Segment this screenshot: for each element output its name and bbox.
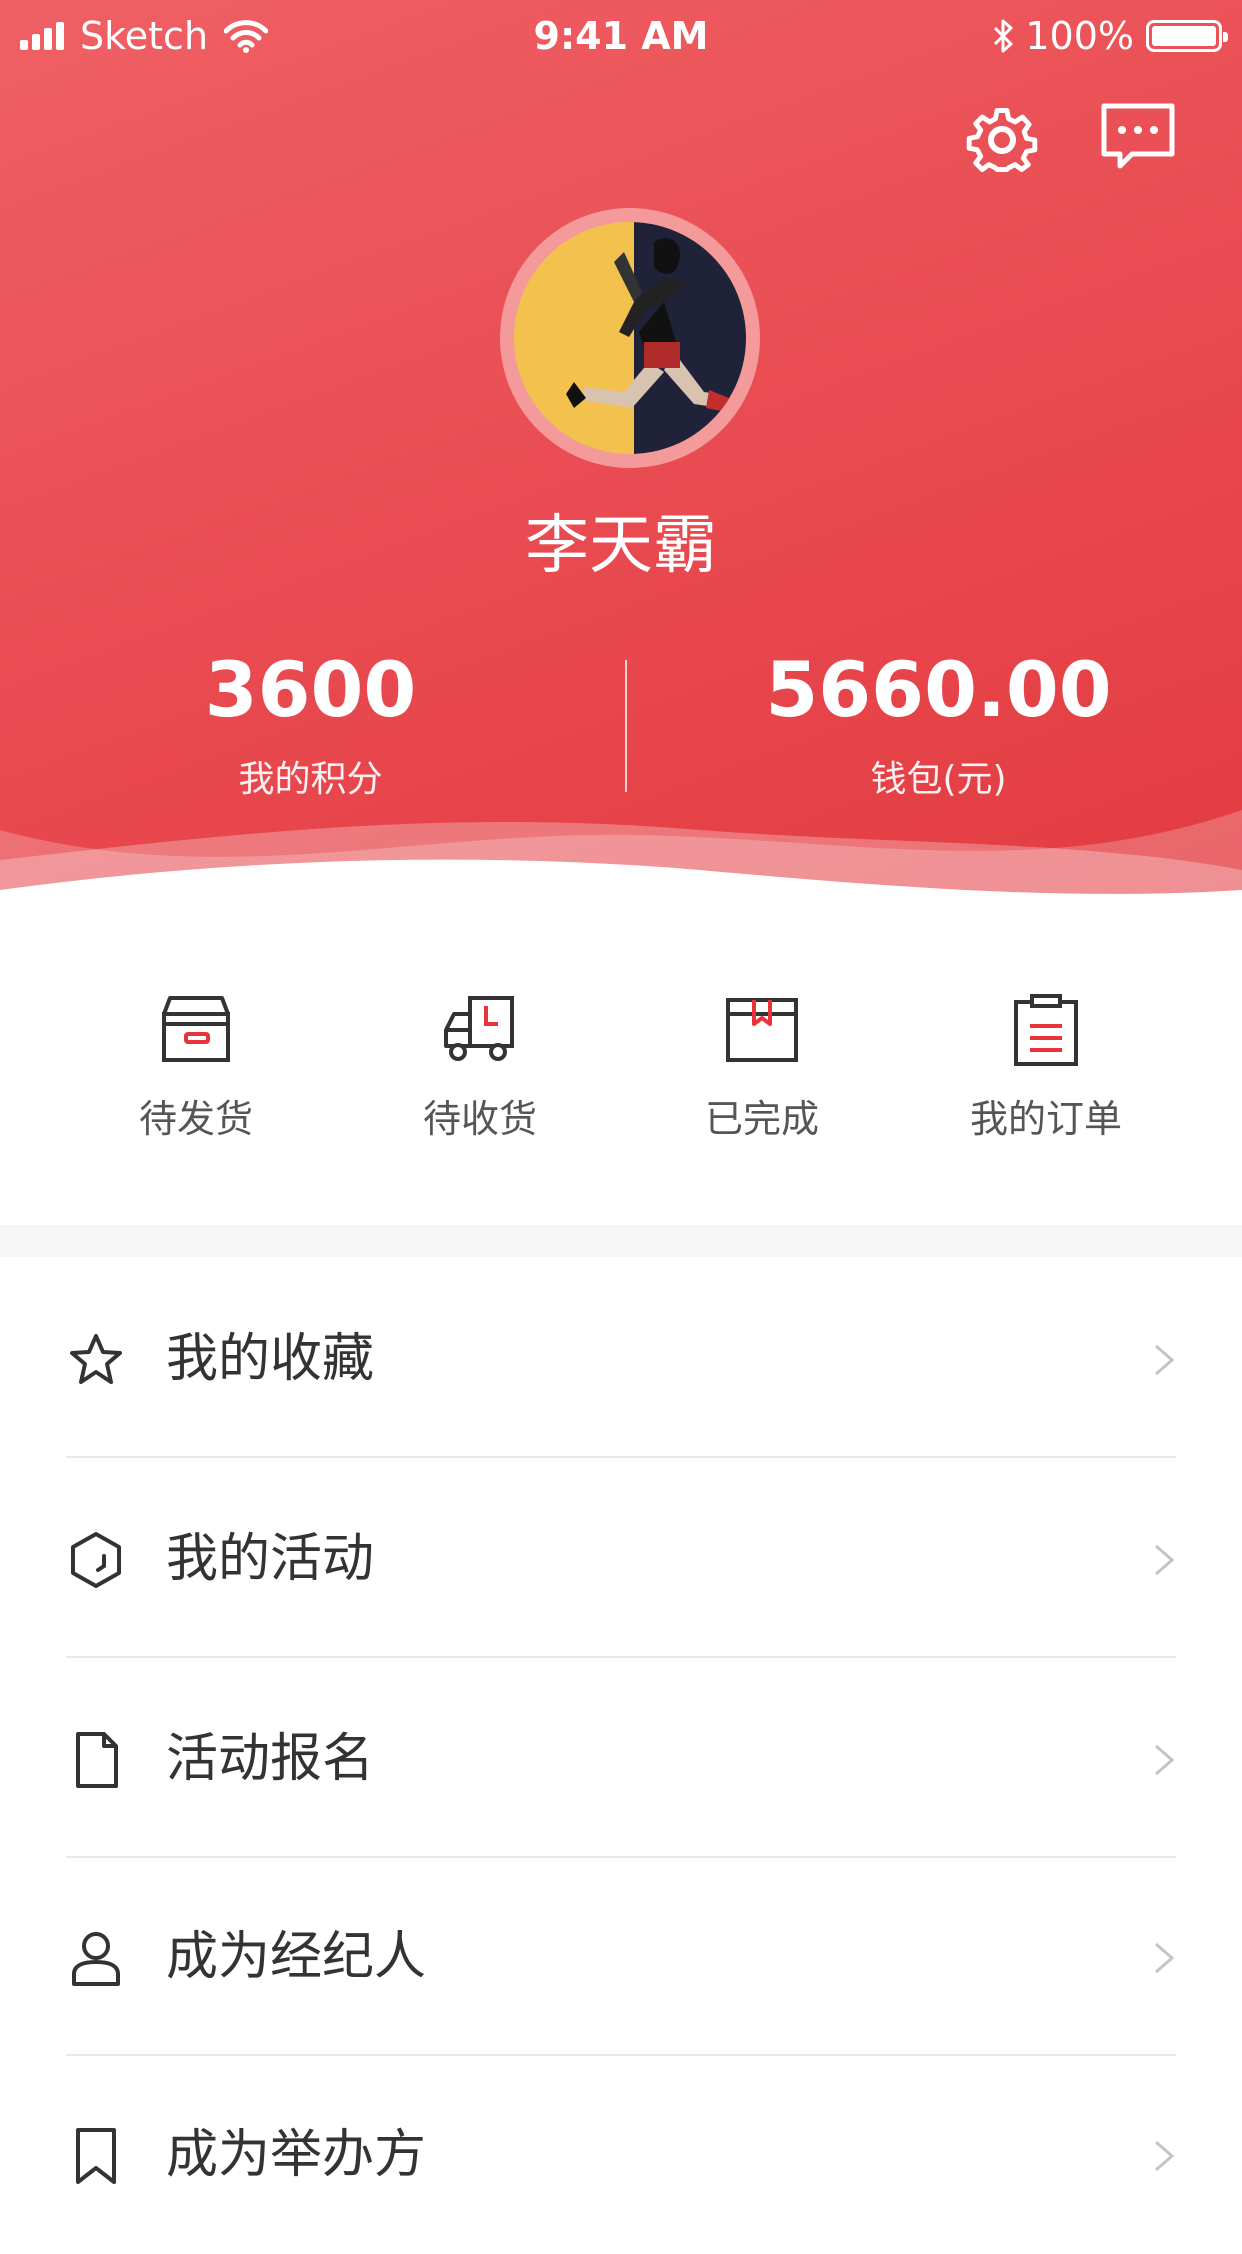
status-bar: Sketch 9:41 AM 100% (0, 0, 1242, 70)
chevron-right-icon (1155, 2140, 1175, 2172)
stats-divider (625, 660, 627, 792)
menu-item-become-organizer[interactable]: 成为举办方 (0, 2056, 1242, 2254)
menu-item-my-activities[interactable]: 我的活动 (0, 1460, 1242, 1658)
battery-percent: 100% (1025, 14, 1134, 58)
row-divider (66, 1656, 1176, 1658)
menu-item-activity-signup[interactable]: 活动报名 (0, 1660, 1242, 1858)
menu-item-label: 我的活动 (166, 1529, 375, 1589)
order-completed[interactable]: 已完成 (662, 990, 862, 1143)
my-orders-label: 我的订单 (969, 1097, 1122, 1141)
order-shortcuts: 待发货 待收货 已完成 我的订单 (0, 990, 1242, 1190)
chevron-right-icon (1155, 1942, 1175, 1974)
order-pending-ship[interactable]: 待发货 (96, 990, 296, 1143)
username: 李天霸 (525, 509, 717, 583)
order-pending-receive-label: 待收货 (422, 1097, 537, 1141)
avatar[interactable] (500, 208, 760, 468)
chevron-right-icon (1155, 1344, 1175, 1376)
user-icon (72, 1932, 120, 1986)
order-completed-label: 已完成 (704, 1097, 819, 1141)
star-icon (70, 1334, 122, 1384)
menu-item-favorites[interactable]: 我的收藏 (0, 1260, 1242, 1458)
bookmark-icon (76, 2128, 116, 2184)
wallet-stat[interactable]: 5660.00 钱包(元) (628, 640, 1242, 802)
row-divider (66, 1456, 1176, 1458)
points-stat[interactable]: 3600 我的积分 (0, 640, 621, 802)
chevron-right-icon (1155, 1544, 1175, 1576)
header-wave (0, 810, 1242, 930)
box-icon (162, 996, 230, 1062)
clipboard-icon (1014, 994, 1078, 1066)
menu-item-label: 成为举办方 (166, 2125, 427, 2185)
menu-item-label: 成为经纪人 (166, 1927, 427, 1987)
menu-item-label: 活动报名 (166, 1729, 375, 1789)
my-orders[interactable]: 我的订单 (946, 990, 1146, 1143)
menu-item-become-agent[interactable]: 成为经纪人 (0, 1858, 1242, 2056)
gear-icon[interactable] (962, 96, 1042, 176)
truck-icon (444, 996, 514, 1061)
battery-icon (1146, 20, 1228, 52)
points-value: 3600 (204, 645, 417, 734)
order-pending-ship-label: 待发货 (138, 1097, 253, 1141)
menu-item-label: 我的收藏 (166, 1329, 375, 1389)
chevron-right-icon (1155, 1744, 1175, 1776)
package-done-icon (726, 998, 798, 1062)
document-icon (76, 1732, 118, 1788)
profile-header: Sketch 9:41 AM 100% 李天霸 3600 我的积分 5660.0… (0, 0, 1242, 930)
order-pending-receive[interactable]: 待收货 (380, 990, 580, 1143)
chat-bubble-icon[interactable] (1098, 96, 1178, 176)
avatar-photo (514, 222, 746, 454)
wallet-value: 5660.00 (765, 645, 1112, 734)
bluetooth-icon (994, 19, 1013, 53)
section-divider (0, 1225, 1242, 1257)
hexagon-icon (71, 1532, 121, 1588)
